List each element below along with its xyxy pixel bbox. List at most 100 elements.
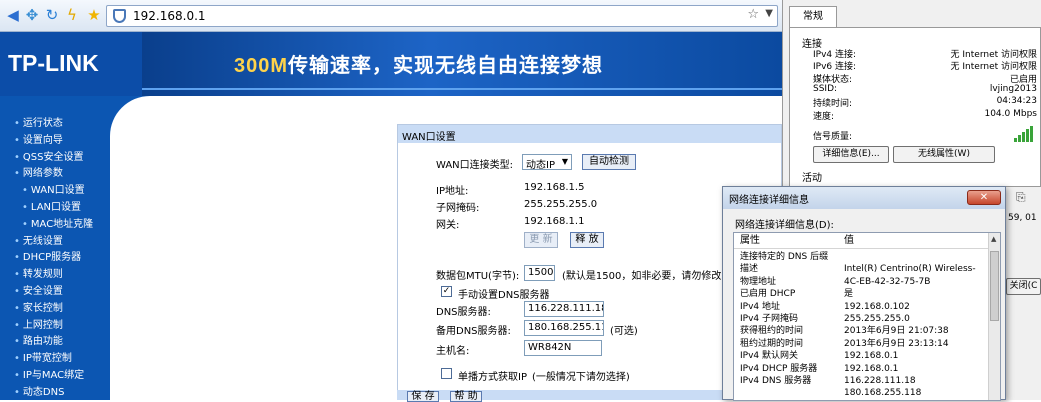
- status-key: IPv4 连接:: [813, 50, 857, 60]
- sidebar-item[interactable]: • WAN口设置: [22, 184, 85, 198]
- router-header: TP-LINK 300M传输速率，实现无线自由连接梦想: [0, 32, 782, 96]
- sidebar-item[interactable]: • 设置向导: [14, 134, 63, 148]
- sidebar-item[interactable]: • 动态DNS: [14, 386, 64, 400]
- manual-dns-label: 手动设置DNS服务器: [458, 290, 550, 301]
- browser-toolbar: ◀ ✥ ↻ ϟ ★ 192.168.0.1 ☆ ▼: [0, 0, 782, 32]
- refresh-icon[interactable]: ↻: [42, 6, 62, 24]
- sidebar-item[interactable]: • IP与MAC绑定: [14, 369, 84, 383]
- mask-label: 子网掩码:: [436, 203, 480, 214]
- renew-button[interactable]: 更 新: [524, 232, 558, 248]
- bullet-icon: •: [14, 386, 20, 398]
- bullet-icon: •: [14, 134, 20, 146]
- details-dialog: 网络连接详细信息 ✕ 网络连接详细信息(D): 属性 值 ▲ 连接特定的 DNS…: [722, 186, 1006, 401]
- sidebar-item-label: 转发规则: [22, 269, 63, 281]
- detail-value: 180.168.255.118: [844, 388, 922, 399]
- star-icon[interactable]: ★: [84, 6, 104, 24]
- help-button[interactable]: 帮 助: [450, 391, 482, 402]
- col-value-header[interactable]: 值: [844, 235, 854, 247]
- bullet-icon: •: [22, 185, 28, 197]
- detail-property: IPv4 子网掩码: [740, 314, 798, 324]
- close-icon[interactable]: ✕: [967, 190, 1001, 205]
- bullet-icon: •: [14, 336, 20, 348]
- back-arrow-icon[interactable]: ◀: [3, 6, 23, 24]
- bullet-icon: •: [14, 252, 20, 264]
- mtu-hint: (默认是1500，如非必要，请勿修改): [562, 271, 726, 282]
- details-button[interactable]: 详细信息(E)...: [813, 146, 889, 163]
- dns-input[interactable]: 116.228.111.18: [524, 301, 604, 317]
- scroll-thumb[interactable]: [990, 251, 999, 321]
- mtu-input[interactable]: 1500: [524, 265, 555, 281]
- bullet-icon: •: [14, 370, 20, 381]
- wireless-properties-button[interactable]: 无线属性(W): [893, 146, 995, 163]
- release-button[interactable]: 释 放: [570, 232, 604, 248]
- close-button-partial[interactable]: 关闭(C: [1006, 278, 1041, 295]
- connection-icon[interactable]: ✥: [22, 6, 42, 24]
- sidebar-item[interactable]: • 上网控制: [14, 319, 63, 333]
- status-key: SSID:: [813, 83, 838, 94]
- detail-value: 2013年6月9日 21:07:38: [844, 326, 949, 337]
- manual-dns-checkbox[interactable]: ✓: [441, 286, 452, 297]
- banner-slogan: 300M传输速率，实现无线自由连接梦想: [234, 49, 603, 78]
- activity-partial-value: 59, 01: [1008, 213, 1037, 223]
- sidebar-item[interactable]: • 安全设置: [14, 285, 63, 299]
- lightning-icon[interactable]: ϟ: [62, 6, 82, 24]
- address-text: 192.168.0.1: [133, 9, 206, 23]
- status-key: 持续时间:: [813, 99, 853, 110]
- sidebar-item-label: MAC地址克隆: [30, 218, 94, 230]
- sidebar-item[interactable]: • 运行状态: [14, 117, 63, 131]
- col-property-header[interactable]: 属性: [740, 235, 760, 247]
- sidebar-item-label: IP与MAC绑定: [22, 370, 85, 381]
- status-key: 速度:: [813, 111, 835, 122]
- sidebar-item-label: 路由功能: [22, 336, 63, 348]
- sidebar-item-label: 网络参数: [22, 168, 63, 180]
- detail-value: 192.168.0.102: [844, 301, 910, 312]
- sidebar-item-label: QSS安全设置: [22, 151, 84, 163]
- ip-value: 192.168.1.5: [524, 182, 585, 193]
- details-list[interactable]: 属性 值 ▲ 连接特定的 DNS 后缀 描述 Intel(R) Centrino(R…: [733, 232, 1001, 401]
- dns2-label: 备用DNS服务器:: [436, 326, 511, 337]
- detail-property: IPv4 地址: [740, 301, 780, 312]
- address-bar[interactable]: 192.168.0.1 ☆ ▼: [106, 5, 778, 27]
- gateway-label: 网关:: [436, 220, 460, 231]
- sidebar-item[interactable]: • LAN口设置: [22, 201, 81, 215]
- sidebar-item[interactable]: • 无线设置: [14, 235, 63, 249]
- hostname-input[interactable]: WR842N: [524, 340, 602, 356]
- sidebar-item-label: 运行状态: [22, 118, 63, 129]
- chevron-down-icon: ▼: [561, 157, 568, 166]
- status-value: 无 Internet 访问权限: [950, 62, 1037, 73]
- bullet-icon: •: [14, 286, 20, 297]
- scroll-up-icon[interactable]: ▲: [991, 235, 996, 243]
- sidebar-item[interactable]: • 路由功能: [14, 335, 63, 349]
- dns2-input[interactable]: 180.168.255.118: [524, 320, 604, 336]
- sidebar-item[interactable]: • IP带宽控制: [14, 352, 72, 366]
- detail-property: 连接特定的 DNS 后缀: [740, 252, 829, 262]
- sidebar-item[interactable]: • 家长控制: [14, 302, 63, 316]
- bookmark-star-icon[interactable]: ☆: [747, 7, 759, 22]
- detail-property: 获得租约的时间: [740, 326, 804, 337]
- unicast-checkbox[interactable]: [441, 368, 452, 379]
- sidebar-item-label: 动态DNS: [22, 386, 65, 398]
- hostname-label: 主机名:: [436, 346, 470, 357]
- detail-property: 物理地址: [740, 276, 777, 287]
- save-button[interactable]: 保 存: [407, 391, 439, 402]
- sidebar-item[interactable]: • DHCP服务器: [14, 251, 81, 265]
- conn-type-select[interactable]: 动态IP ▼: [522, 154, 572, 170]
- sidebar-item-label: LAN口设置: [30, 202, 82, 213]
- panel-title: WAN口设置: [398, 125, 781, 143]
- dropdown-arrow-icon[interactable]: ▼: [765, 8, 773, 19]
- sidebar-item[interactable]: • 网络参数: [14, 167, 63, 181]
- details-dialog-title: 网络连接详细信息: [723, 187, 1005, 209]
- detail-value: 116.228.111.18: [844, 376, 916, 386]
- tab-general[interactable]: 常规: [789, 6, 837, 28]
- sidebar-item[interactable]: • QSS安全设置: [14, 151, 83, 165]
- bullet-icon: •: [14, 319, 20, 331]
- detail-value: 是: [844, 289, 854, 300]
- detail-property: 租约过期的时间: [740, 338, 804, 349]
- details-scrollbar[interactable]: ▲: [988, 233, 1000, 400]
- sidebar-item-label: DHCP服务器: [22, 252, 82, 264]
- sidebar-item[interactable]: • MAC地址克隆: [22, 218, 93, 232]
- sidebar-item[interactable]: • 转发规则: [14, 268, 63, 282]
- bullet-icon: •: [14, 168, 20, 180]
- auto-detect-button[interactable]: 自动检测: [582, 154, 636, 170]
- sidebar-item-label: 上网控制: [22, 319, 63, 331]
